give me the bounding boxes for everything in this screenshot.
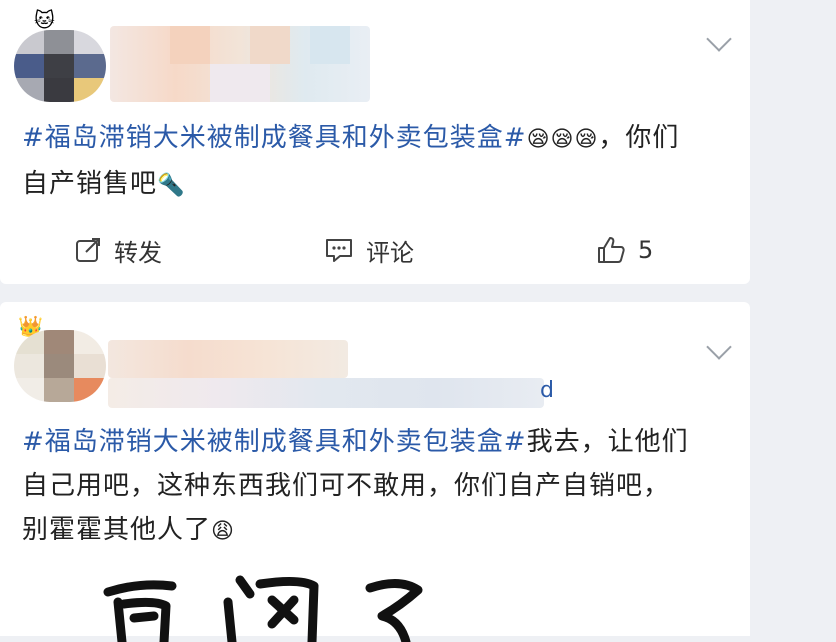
weibo-feed: 🐱 #福岛滞销大米被制成餐具和外卖包装盒#😪😪😪，你们 自产销售吧🔦 转发 评论… xyxy=(0,0,836,642)
hashtag-link[interactable]: #福岛滞销大米被制成餐具和外卖包装盒# xyxy=(22,427,527,457)
avatar-badge-icon: 🐱 xyxy=(34,8,55,32)
like-count: 5 xyxy=(638,236,654,264)
post-body: ，你们 xyxy=(598,123,680,153)
post-card: 👑 d #福岛滞销大米被制成餐具和外卖包装盒#我去，让他们 自己用吧，这种东西我… xyxy=(0,302,750,642)
user-bio-blurred xyxy=(108,378,544,408)
username-blurred[interactable] xyxy=(110,26,370,102)
post-text: #福岛滞销大米被制成餐具和外卖包装盒#😪😪😪，你们 自产销售吧🔦 xyxy=(22,116,722,208)
expand-chevron-icon[interactable] xyxy=(706,26,732,52)
post-body-line2: 自产销售吧 xyxy=(22,169,158,199)
bio-tail: d xyxy=(540,378,554,403)
emoji-torch: 🔦 xyxy=(157,173,186,198)
comment-button[interactable]: 评论 xyxy=(324,228,414,272)
post-body-line2: 自己用吧，这种东西我们可不敢用，你们自产自销吧， xyxy=(22,471,671,501)
post-body: 我去，让他们 xyxy=(526,427,689,457)
username-blurred[interactable] xyxy=(108,340,348,378)
hashtag-link[interactable]: #福岛滞销大米被制成餐具和外卖包装盒# xyxy=(22,123,527,153)
post-body-line3: 别霍霍其他人了 xyxy=(22,515,212,545)
emoji-sweat: 😩 xyxy=(211,519,235,544)
avatar-blurred[interactable] xyxy=(14,330,106,402)
post-image-handwritten[interactable] xyxy=(100,572,440,642)
avatar-blurred[interactable] xyxy=(14,30,106,102)
action-bar: 转发 评论 5 xyxy=(0,228,750,272)
repost-label: 转发 xyxy=(114,238,162,267)
repost-icon xyxy=(76,238,100,262)
post-card: 🐱 #福岛滞销大米被制成餐具和外卖包装盒#😪😪😪，你们 自产销售吧🔦 转发 评论… xyxy=(0,0,750,284)
emoji-sleepy: 😪😪😪 xyxy=(526,127,599,152)
like-icon xyxy=(598,237,625,263)
like-button[interactable]: 5 xyxy=(596,228,653,272)
repost-button[interactable]: 转发 xyxy=(74,228,162,272)
post-text: #福岛滞销大米被制成餐具和外卖包装盒#我去，让他们 自己用吧，这种东西我们可不敢… xyxy=(22,420,722,554)
comment-icon xyxy=(326,239,352,262)
expand-chevron-icon[interactable] xyxy=(706,334,732,360)
comment-label: 评论 xyxy=(366,238,414,267)
